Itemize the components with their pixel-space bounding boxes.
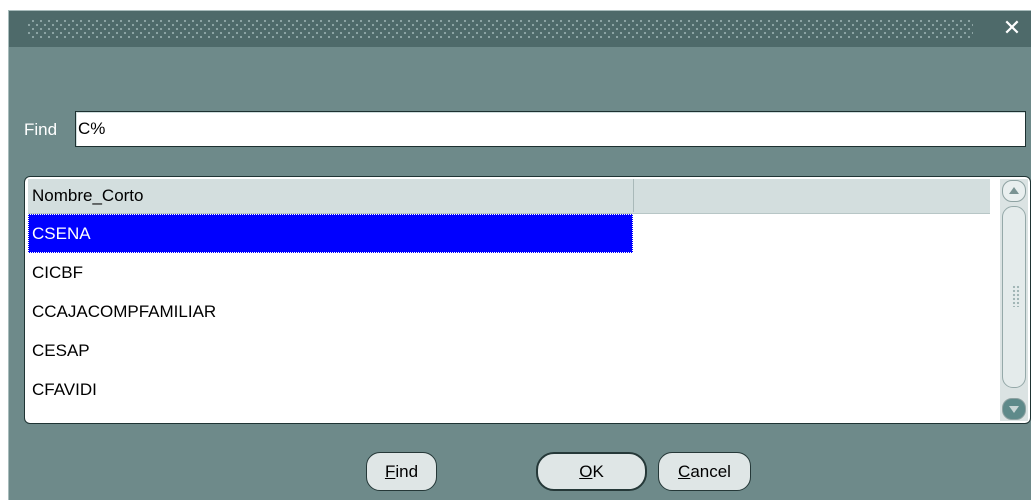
- column-header-nombre-corto[interactable]: Nombre_Corto: [28, 179, 634, 212]
- vertical-scrollbar[interactable]: [1000, 179, 1028, 421]
- cancel-button[interactable]: Cancel: [658, 452, 751, 491]
- close-icon[interactable]: ✕: [999, 16, 1025, 42]
- scroll-down-icon[interactable]: [1002, 398, 1026, 420]
- results-list: Nombre_Corto CSENA CICBF CCAJACOMPFAMILI…: [24, 176, 1031, 424]
- find-input[interactable]: [75, 111, 1026, 147]
- title-bar[interactable]: ✕: [9, 11, 1031, 47]
- scroll-up-icon[interactable]: [1002, 180, 1026, 202]
- list-item[interactable]: CICBF: [28, 253, 633, 292]
- grip-icon: [1012, 285, 1020, 307]
- ok-button[interactable]: OK: [536, 452, 647, 491]
- list-item[interactable]: CESAP: [28, 331, 633, 370]
- list-header: Nombre_Corto: [28, 179, 990, 214]
- list-item[interactable]: CSENA: [28, 214, 633, 253]
- list-item[interactable]: CCAJACOMPFAMILIAR: [28, 292, 633, 331]
- list-rows: CSENA CICBF CCAJACOMPFAMILIAR CESAP CFAV…: [28, 214, 990, 409]
- scroll-thumb[interactable]: [1002, 206, 1026, 388]
- column-header-empty: [634, 179, 990, 212]
- lov-dialog: ✕ Find Nombre_Corto CSENA CICBF CCAJACOM…: [8, 10, 1031, 500]
- list-item[interactable]: CFAVIDI: [28, 370, 633, 409]
- find-button[interactable]: Find: [366, 452, 437, 491]
- find-label: Find: [24, 120, 58, 139]
